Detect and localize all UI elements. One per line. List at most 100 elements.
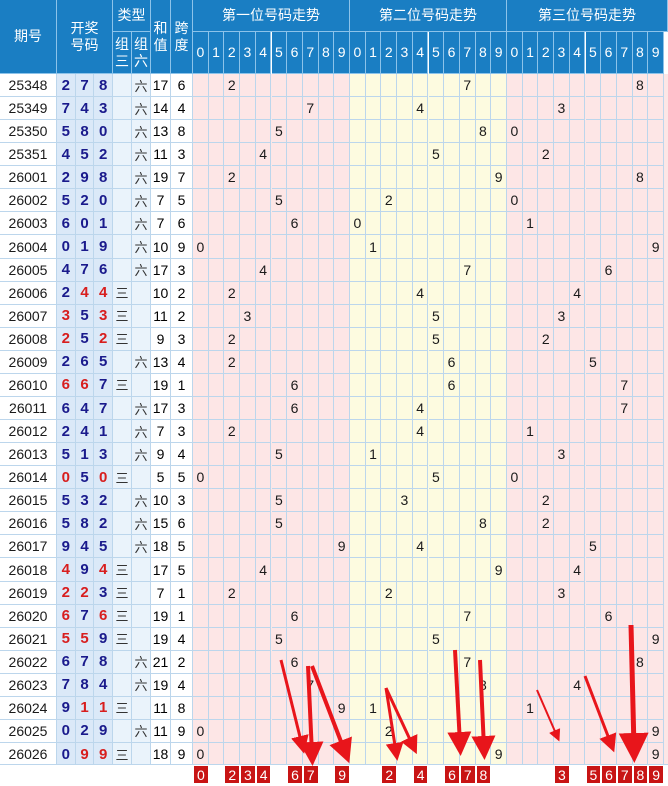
trend-cell <box>224 97 241 121</box>
span-cell: 8 <box>171 696 193 720</box>
trend-cell <box>632 489 649 513</box>
type-zu6-cell: 六 <box>132 74 151 98</box>
trend-cell <box>601 581 617 605</box>
trend-cell <box>444 327 460 351</box>
trend-cell <box>616 581 633 605</box>
trend-cell <box>224 719 241 744</box>
draw-digit: 2 <box>75 581 95 605</box>
trend-cell <box>302 396 319 421</box>
span-cell: 4 <box>171 627 193 651</box>
trend-cell <box>459 558 476 582</box>
trend-cell <box>554 489 570 513</box>
trend-cell <box>224 650 241 674</box>
trend-cell <box>616 443 633 467</box>
trend-cell <box>428 443 445 467</box>
trend-cell <box>444 74 460 98</box>
draw-digit: 6 <box>57 604 76 628</box>
trend-cell <box>554 512 570 536</box>
sum-cell: 17 <box>151 558 171 582</box>
type-zu3-cell <box>113 258 132 282</box>
trend-cell <box>271 581 288 605</box>
trend-cell <box>554 396 570 421</box>
trend-cell <box>302 696 319 720</box>
trend-cell <box>585 743 602 767</box>
sum-cell: 7 <box>151 581 171 605</box>
trend-cell <box>287 489 303 513</box>
trend-cell <box>397 281 413 305</box>
type-zu3-cell: 三 <box>113 581 132 605</box>
type-zu6-cell: 六 <box>132 189 151 213</box>
trend-cell <box>302 120 319 144</box>
draw-digit: 2 <box>94 512 113 536</box>
trend-cell <box>240 235 256 259</box>
trend-cell <box>365 120 382 144</box>
trend-cell <box>302 581 319 605</box>
trend-cell <box>601 120 617 144</box>
trend-cell <box>208 235 225 259</box>
header-span: 跨 度 <box>171 0 193 74</box>
draw-digit: 5 <box>57 627 76 651</box>
trend-cell <box>365 327 382 351</box>
period-cell: 26010 <box>0 373 57 397</box>
trend-cell <box>475 189 492 213</box>
trend-cell <box>569 120 586 144</box>
sum-cell: 10 <box>151 281 171 305</box>
trend-cell <box>648 443 664 467</box>
trend-hit-cell: 9 <box>648 743 664 767</box>
trend-cell <box>538 373 555 397</box>
span-cell: 5 <box>171 558 193 582</box>
type-zu3-cell: 三 <box>113 304 132 328</box>
trend-cell <box>350 696 366 720</box>
type-zu3-cell: 三 <box>113 281 132 305</box>
trend-cell <box>318 650 335 674</box>
trend-cell <box>350 535 366 559</box>
trend-cell <box>616 281 633 305</box>
trend-cell <box>318 743 335 767</box>
trend-cell <box>224 143 241 167</box>
trend-cell <box>412 489 429 513</box>
trend-cell <box>428 373 445 397</box>
footer-pick-pos3: 9 <box>649 766 663 783</box>
draw-digit: 4 <box>57 143 76 167</box>
trend-hit-cell: 2 <box>381 581 398 605</box>
footer-pick-pos2: 7 <box>460 766 475 783</box>
sum-cell: 13 <box>151 120 171 144</box>
trend-cell <box>318 373 335 397</box>
trend-cell <box>569 143 586 167</box>
trend-cell <box>459 327 476 351</box>
trend-hit-cell: 2 <box>224 581 241 605</box>
trend-cell <box>350 719 366 744</box>
header-digit-2-7: 7 <box>459 32 476 74</box>
period-cell: 26026 <box>0 743 57 767</box>
trend-cell <box>334 258 350 282</box>
header-pos1: 第一位号码走势 <box>193 0 350 32</box>
trend-cell <box>381 235 398 259</box>
trend-cell <box>334 143 350 167</box>
trend-cell <box>271 327 288 351</box>
trend-cell <box>428 97 445 121</box>
trend-cell <box>444 466 460 490</box>
trend-cell <box>569 581 586 605</box>
trend-cell <box>569 189 586 213</box>
type-zu6-cell: 六 <box>132 350 151 374</box>
trend-hit-cell: 4 <box>569 673 586 697</box>
trend-cell <box>459 396 476 421</box>
trend-cell <box>255 535 272 559</box>
draw-digit: 7 <box>75 258 95 282</box>
trend-cell <box>208 535 225 559</box>
trend-cell <box>318 97 335 121</box>
trend-cell <box>224 512 241 536</box>
trend-cell <box>522 443 539 467</box>
span-cell: 9 <box>171 235 193 259</box>
trend-cell <box>193 420 209 444</box>
trend-cell <box>522 97 539 121</box>
trend-cell <box>318 166 335 190</box>
trend-cell <box>569 719 586 744</box>
trend-cell <box>491 512 507 536</box>
trend-cell <box>444 743 460 767</box>
trend-cell <box>507 650 523 674</box>
trend-cell <box>397 650 413 674</box>
trend-cell <box>240 604 256 628</box>
trend-cell <box>569 304 586 328</box>
trend-cell <box>507 304 523 328</box>
